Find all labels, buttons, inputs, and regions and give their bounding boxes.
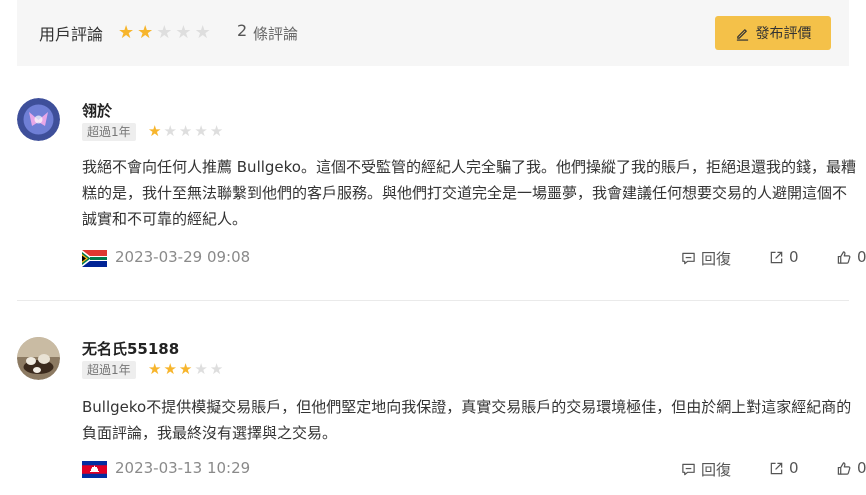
star-empty-icon: ★ <box>194 22 211 43</box>
like-count: 0 <box>857 248 866 266</box>
star-empty-icon: ★ <box>163 122 177 140</box>
cambodia-flag-icon <box>82 461 107 478</box>
share-count: 0 <box>789 459 799 477</box>
divider <box>17 300 849 301</box>
star-empty-icon: ★ <box>178 122 193 140</box>
star-empty-icon: ★ <box>175 22 192 43</box>
share-count: 0 <box>789 248 799 266</box>
review-rating: ★ ★ ★ ★ ★ <box>148 124 223 139</box>
avatar[interactable] <box>17 98 60 141</box>
membership-badge: 超過1年 <box>82 361 136 379</box>
review-meta: 2023-03-13 10:29 回復 0 0 <box>82 459 866 481</box>
share-icon <box>770 251 783 263</box>
edit-icon <box>736 28 748 41</box>
share-icon <box>770 462 783 474</box>
reviews-header: 用戶評論 ★ ★ ★ ★ ★ 2 條評論 發布評價 <box>17 0 849 66</box>
thumbs-up-icon <box>837 461 851 475</box>
star-filled-icon: ★ <box>137 22 154 43</box>
membership-badge: 超過1年 <box>82 123 136 141</box>
reply-label: 回復 <box>701 461 732 479</box>
review-date: 2023-03-13 10:29 <box>115 459 251 477</box>
star-filled-icon: ★ <box>118 22 135 43</box>
reviewer-name[interactable]: 无名氏55188 <box>82 338 179 359</box>
reply-button[interactable]: 回復 <box>681 248 731 269</box>
post-review-button[interactable]: 發布評價 <box>715 16 831 50</box>
star-empty-icon: ★ <box>194 360 208 378</box>
like-button[interactable]: 0 <box>836 459 866 477</box>
review-rating: ★ ★ ★ ★ ★ <box>148 362 223 377</box>
overall-rating: ★ ★ ★ ★ ★ <box>118 24 211 42</box>
south-africa-flag-icon <box>82 250 107 267</box>
comment-icon <box>682 252 695 265</box>
reply-label: 回復 <box>701 250 732 268</box>
star-filled-icon: ★ <box>163 360 177 378</box>
thumbs-up-icon <box>837 250 851 264</box>
review-count-unit: 條評論 <box>253 25 299 43</box>
star-empty-icon: ★ <box>209 122 224 140</box>
star-empty-icon: ★ <box>156 22 173 43</box>
avatar[interactable] <box>17 337 60 380</box>
review-text: 我絕不會向任何人推薦 Bullgeko。這個不受監管的經紀人完全騙了我。他們操縱… <box>82 158 856 228</box>
review-count: 2 <box>237 21 248 40</box>
post-review-label: 發布評價 <box>755 26 812 42</box>
like-button[interactable]: 0 <box>836 248 866 266</box>
reply-button[interactable]: 回復 <box>681 459 731 480</box>
star-empty-icon: ★ <box>209 360 224 378</box>
share-button[interactable]: 0 <box>769 459 799 477</box>
star-filled-icon: ★ <box>148 122 162 140</box>
star-empty-icon: ★ <box>194 122 208 140</box>
review-date: 2023-03-29 09:08 <box>115 248 251 266</box>
reviews-title: 用戶評論 <box>39 25 104 44</box>
review-text: Bullgeko不提供模擬交易賬戶，但他們堅定地向我保證，真實交易賬戶的交易環境… <box>82 398 852 442</box>
reviewer-name[interactable]: 翎於 <box>82 100 112 121</box>
star-filled-icon: ★ <box>148 360 162 378</box>
like-count: 0 <box>857 459 866 477</box>
review-meta: 2023-03-29 09:08 回復 0 0 <box>82 248 866 270</box>
star-filled-icon: ★ <box>178 360 193 378</box>
comment-icon <box>682 463 695 476</box>
share-button[interactable]: 0 <box>769 248 799 266</box>
